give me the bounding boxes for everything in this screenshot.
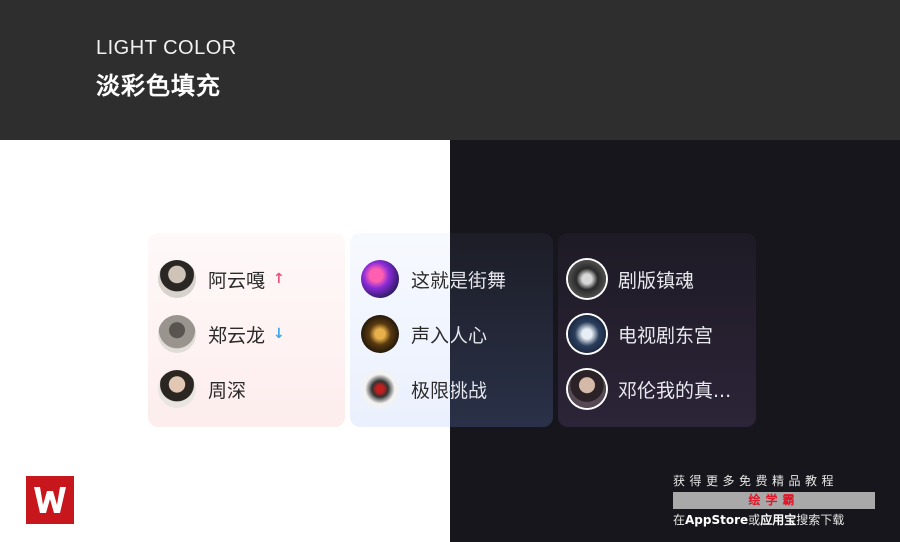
list-item-label: 这就是街舞	[411, 269, 507, 292]
header-banner: LIGHT COLOR 淡彩色填充	[0, 0, 900, 140]
list-item-label: 邓伦我的真...	[618, 379, 732, 402]
list-item[interactable]: 周深	[158, 369, 246, 409]
list-item-label: 剧版镇魂	[618, 269, 695, 292]
show-cover	[361, 315, 399, 353]
avatar	[158, 260, 196, 298]
promo-brand: 绘学霸	[673, 492, 875, 509]
promo-line: 获得更多免费精品教程	[673, 474, 839, 488]
show-cover	[361, 370, 399, 408]
show-cover	[568, 260, 606, 298]
header-subtitle: LIGHT COLOR	[96, 37, 237, 59]
trend-down-icon: ↓	[273, 326, 285, 342]
w-logo-icon	[34, 487, 66, 513]
list-item[interactable]: 阿云嘎 ↑	[158, 259, 285, 299]
trend-up-icon: ↑	[273, 271, 285, 287]
list-item[interactable]: 声入人心	[361, 314, 487, 354]
list-item-label: 郑云龙	[208, 324, 266, 347]
list-item-label: 阿云嘎	[208, 269, 266, 292]
show-cover	[568, 315, 606, 353]
avatar	[568, 370, 606, 408]
avatar	[158, 370, 196, 408]
show-cover	[361, 260, 399, 298]
list-item[interactable]: 邓伦我的真...	[568, 369, 731, 409]
list-item-label: 电视剧东宫	[618, 324, 714, 347]
brand-logo	[26, 476, 74, 524]
list-item[interactable]: 这就是街舞	[361, 259, 506, 299]
list-item[interactable]: 剧版镇魂	[568, 259, 694, 299]
header-title: 淡彩色填充	[96, 72, 221, 100]
list-item-label: 极限挑战	[411, 379, 488, 402]
list-item-label: 周深	[208, 379, 247, 402]
list-item[interactable]: 电视剧东宫	[568, 314, 713, 354]
list-item-label: 声入人心	[411, 324, 488, 347]
promo-block: 获得更多免费精品教程 绘学霸 在AppStore或应用宝搜索下载	[673, 472, 875, 528]
promo-download-line: 在AppStore或应用宝搜索下载	[673, 513, 845, 527]
avatar	[158, 315, 196, 353]
list-item[interactable]: 郑云龙 ↓	[158, 314, 285, 354]
list-item[interactable]: 极限挑战	[361, 369, 487, 409]
